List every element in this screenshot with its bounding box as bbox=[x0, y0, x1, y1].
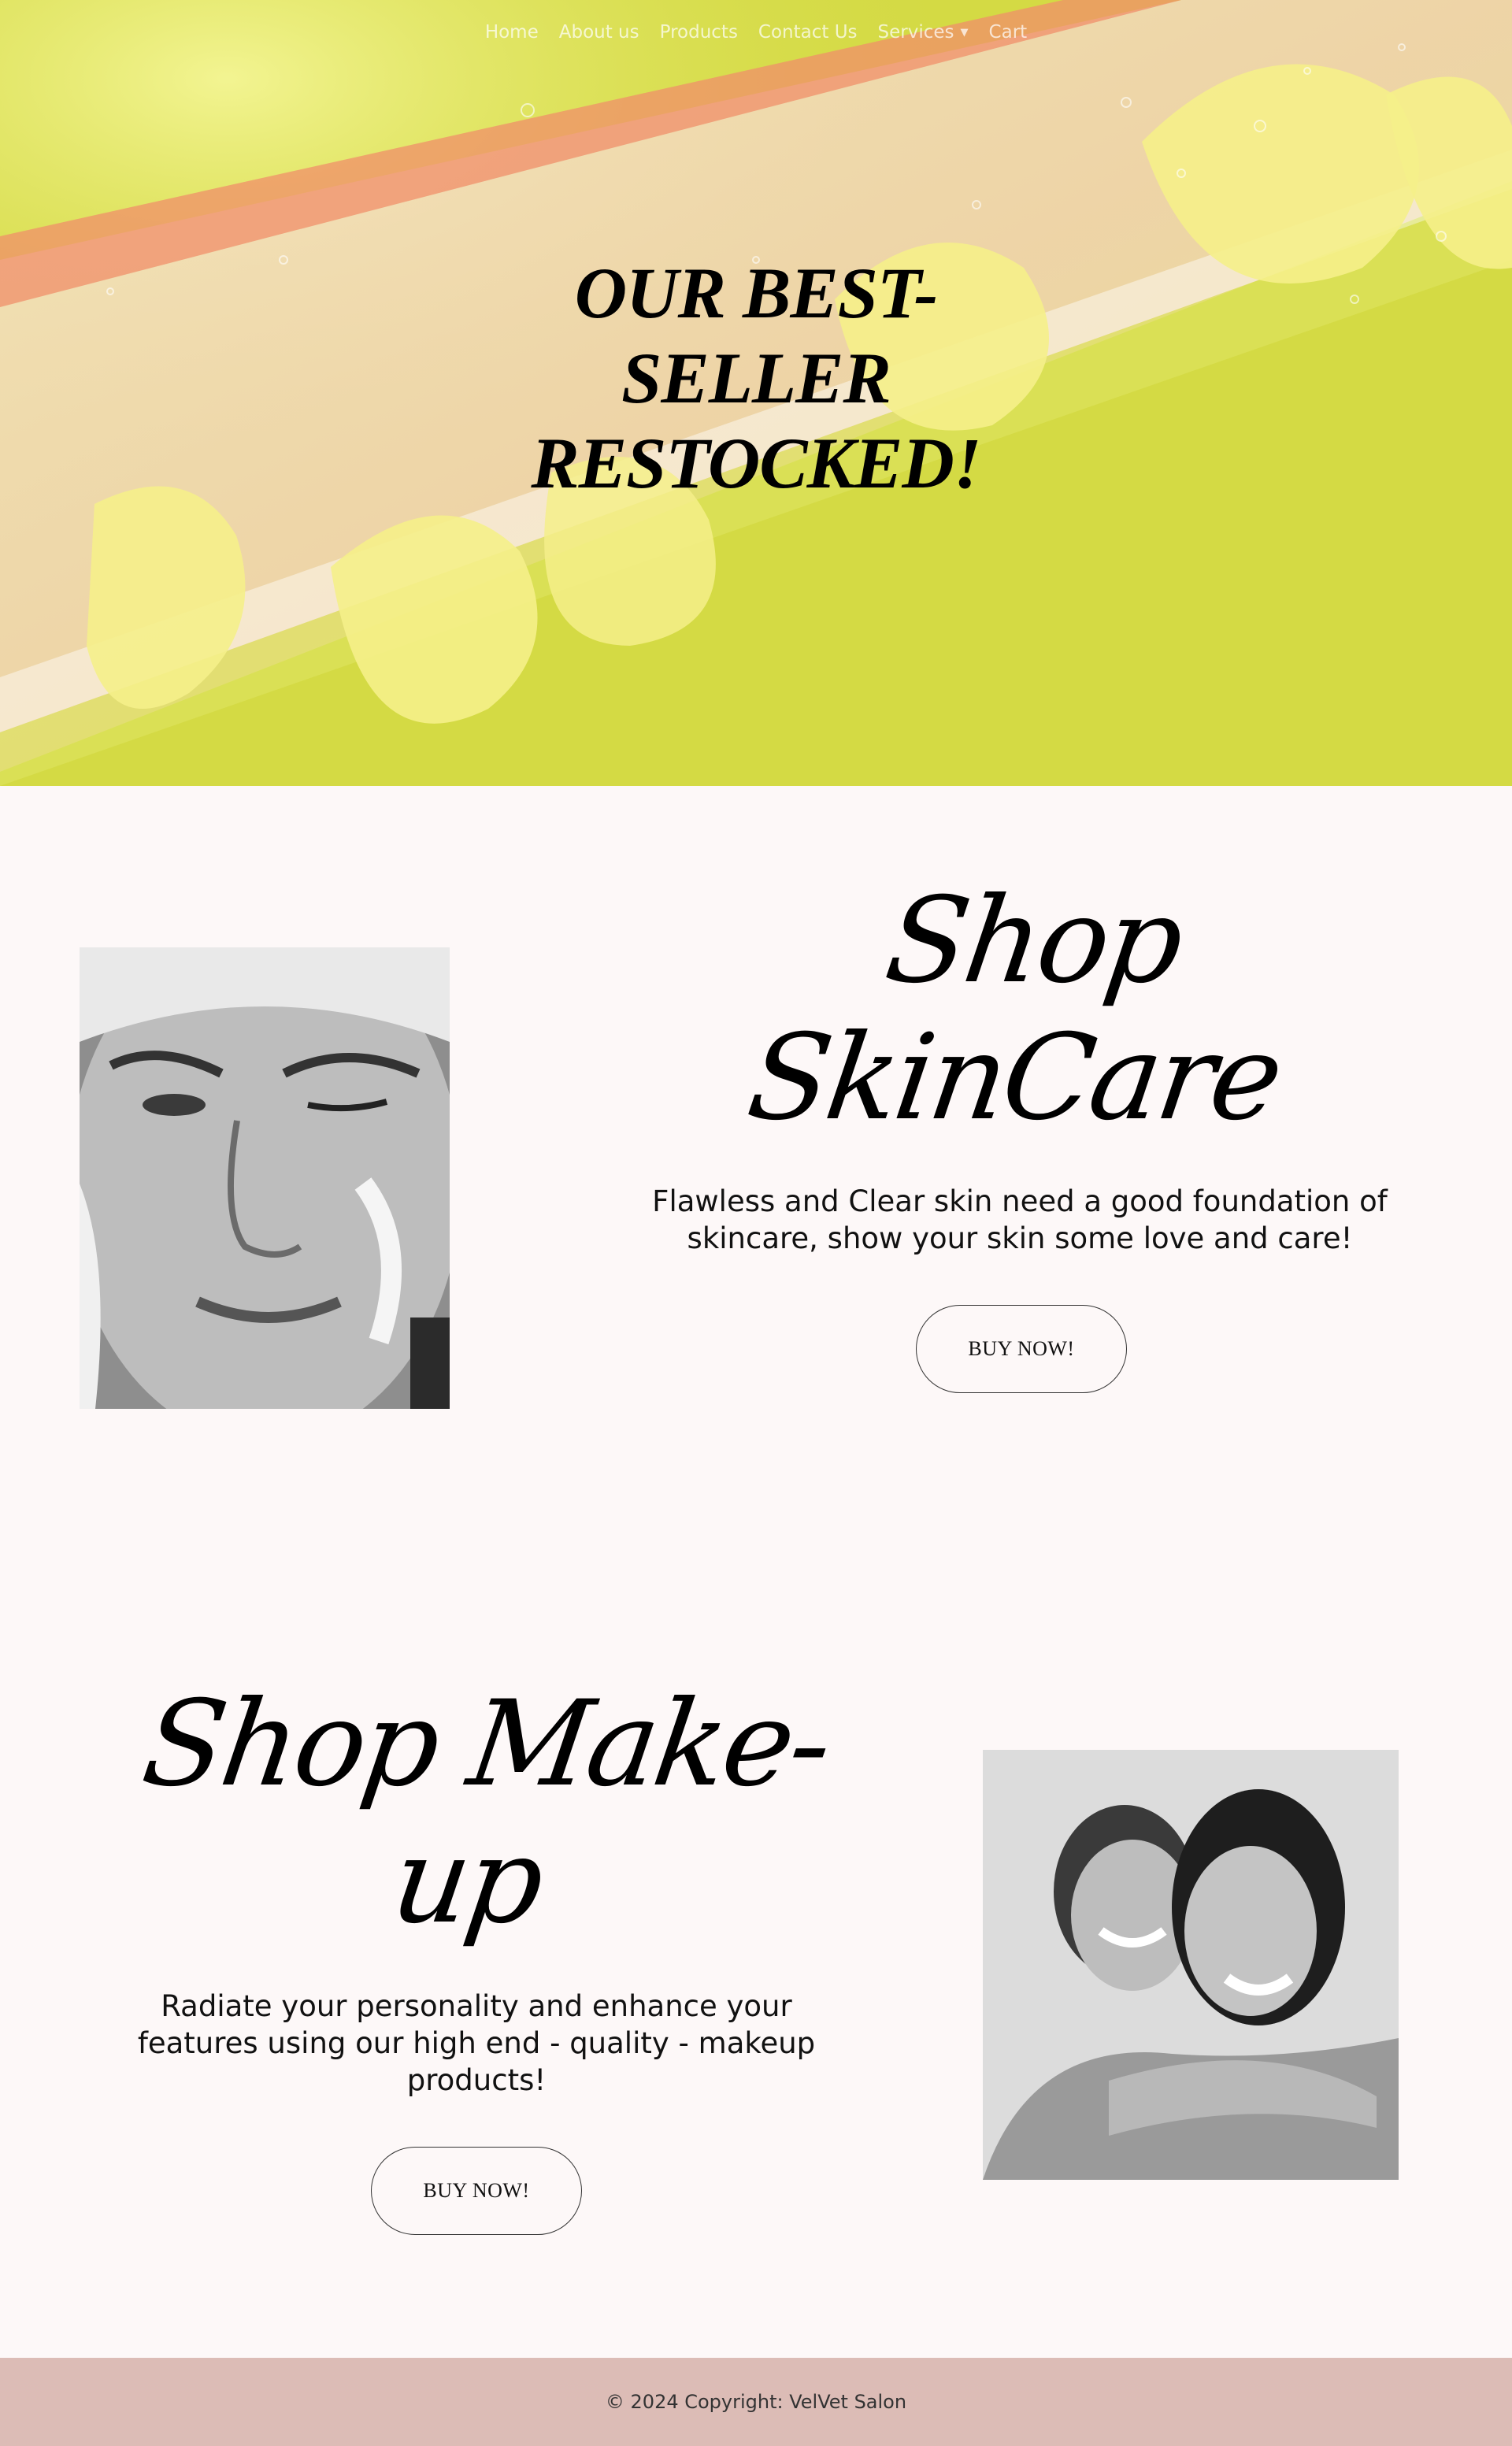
nav-home-link[interactable]: Home bbox=[485, 22, 539, 43]
hero-banner: Home About us Products Contact Us Servic… bbox=[0, 0, 1512, 786]
hero-title-line-3: RESTOCKED! bbox=[531, 423, 981, 503]
hero-title: OUR BEST- SELLER RESTOCKED! bbox=[0, 250, 1512, 506]
skincare-heading: Shop SkinCare bbox=[740, 873, 1288, 1147]
chevron-down-icon: ▼ bbox=[960, 26, 969, 39]
skincare-description: Flawless and Clear skin need a good foun… bbox=[652, 1184, 1388, 1255]
skincare-buy-now-button[interactable]: BUY NOW! bbox=[916, 1305, 1127, 1393]
makeup-buy-now-button[interactable]: BUY NOW! bbox=[371, 2147, 582, 2235]
makeup-description: Radiate your personality and enhance you… bbox=[137, 1989, 816, 2097]
nav-cart-link[interactable]: Cart bbox=[989, 22, 1028, 43]
copyright-text: © 2024 Copyright: VelVet Salon bbox=[605, 2391, 907, 2413]
site-footer: © 2024 Copyright: VelVet Salon bbox=[0, 2358, 1512, 2446]
makeup-heading: Shop Make-up bbox=[135, 1676, 837, 1950]
skincare-photo bbox=[80, 947, 450, 1409]
makeup-photo bbox=[983, 1750, 1399, 2180]
nav-contact-link[interactable]: Contact Us bbox=[758, 22, 858, 43]
nav-services-label: Services bbox=[877, 22, 954, 43]
nav-services-dropdown[interactable]: Services ▼ bbox=[878, 22, 969, 43]
nav-about-link[interactable]: About us bbox=[559, 22, 639, 43]
nav-products-link[interactable]: Products bbox=[660, 22, 738, 43]
hero-title-line-2: SELLER bbox=[621, 338, 891, 418]
skincare-section: Shop SkinCare Flawless and Clear skin ne… bbox=[0, 786, 1512, 1573]
hero-title-line-1: OUR BEST- bbox=[574, 253, 939, 333]
makeup-section: Shop Make-up Radiate your personality an… bbox=[0, 1573, 1512, 2358]
main-navigation: Home About us Products Contact Us Servic… bbox=[0, 22, 1512, 43]
